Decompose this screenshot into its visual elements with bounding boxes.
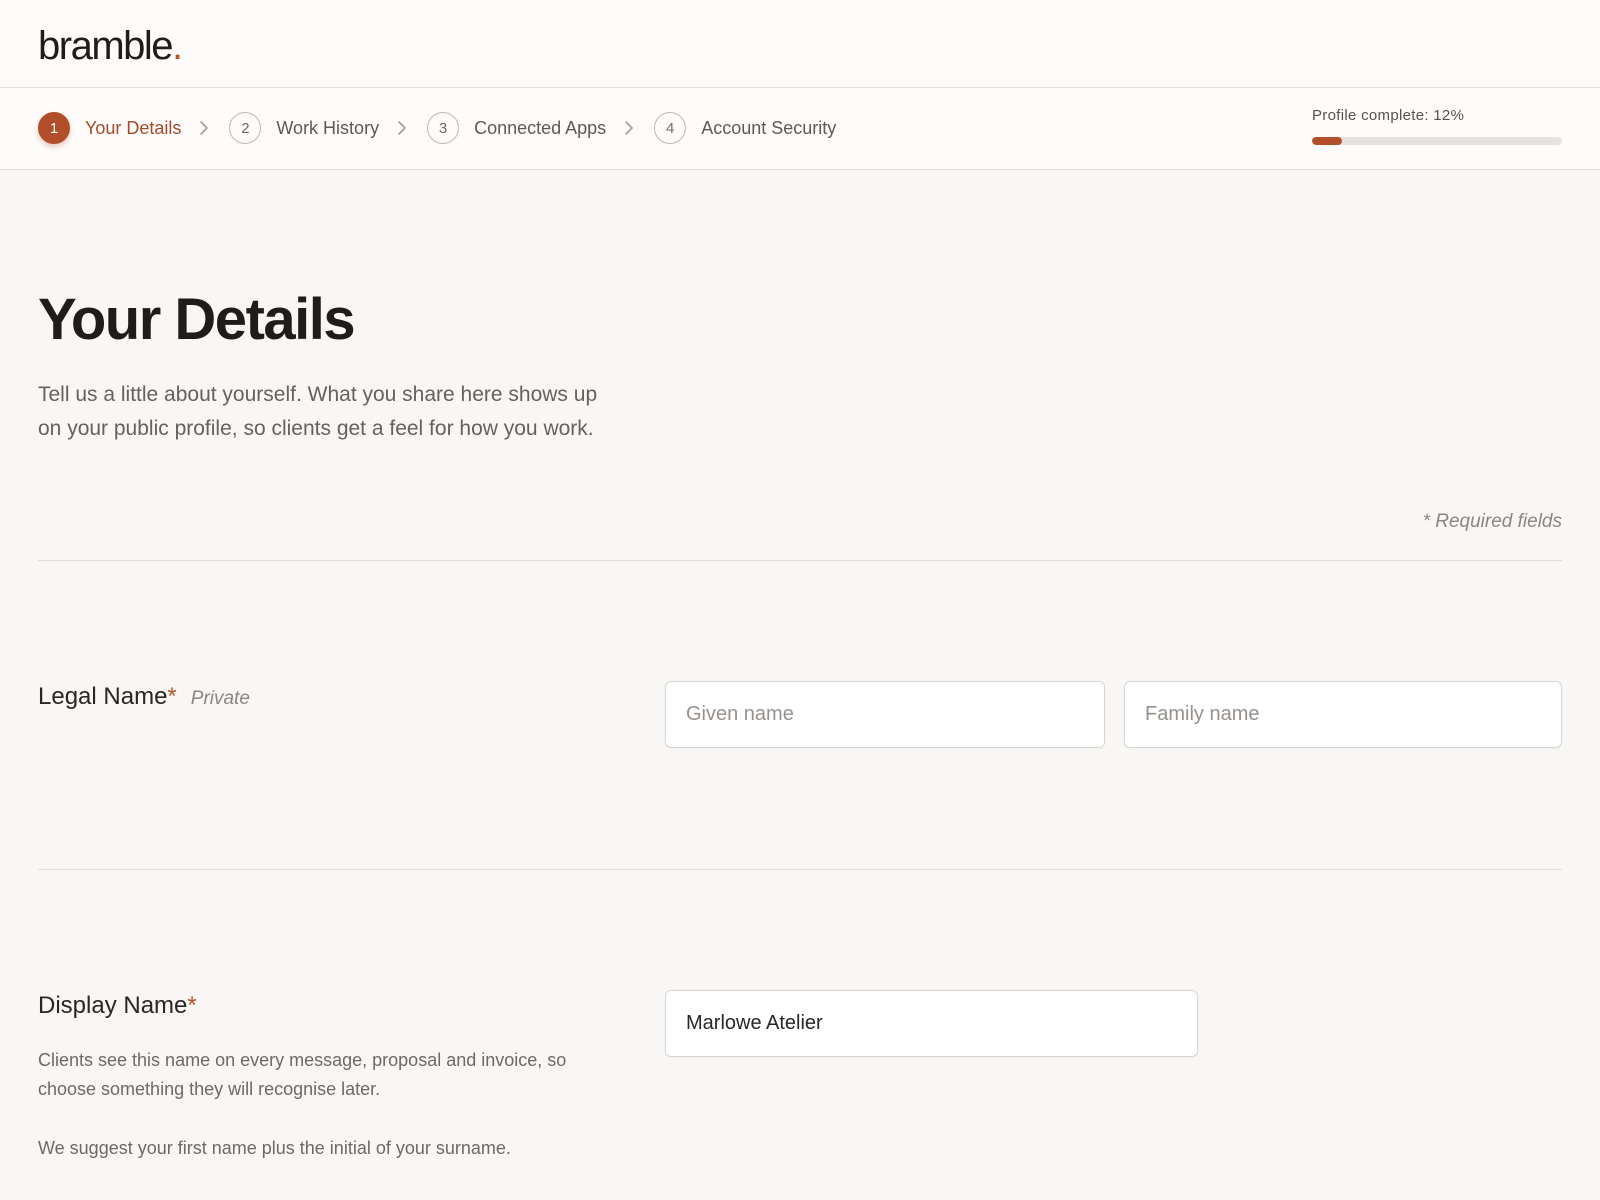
section-divider [38,869,1562,870]
legal-name-label: Legal Name* Private [38,683,250,711]
display-name-suggestion: We suggest your first name plus the init… [38,1138,511,1158]
step-connected-apps[interactable]: 3 Connected Apps [427,112,606,144]
brand-dot: . [172,24,183,68]
progress-track [1312,137,1562,145]
display-name-label-text: Display Name [38,992,188,1019]
chevron-right-icon [199,120,209,136]
family-name-input[interactable] [1124,681,1562,748]
private-tag: Private [190,688,250,709]
required-fields-note: * Required fields [1422,511,1562,532]
section-divider [38,560,1562,561]
brand-logo[interactable]: bramble. [38,22,183,70]
required-mark: * [167,683,177,710]
stepper: 1 Your Details 2 Work History 3 Connecte… [38,111,836,145]
display-name-help: Clients see this name on every message, … [38,1050,567,1099]
step-number: 4 [654,112,687,144]
step-label: Connected Apps [474,117,607,138]
steps-bar: 1 Your Details 2 Work History 3 Connecte… [0,88,1600,170]
page-intro: Tell us a little about yourself. What yo… [38,383,598,440]
step-number: 2 [229,112,262,144]
profile-progress: Profile complete: 12% [1312,107,1562,145]
chevron-right-icon [397,120,407,136]
display-name-label: Display Name* [38,992,197,1020]
required-mark: * [187,992,197,1019]
step-work-history[interactable]: 2 Work History [229,112,379,144]
step-number: 3 [427,112,460,144]
step-your-details[interactable]: 1 Your Details [38,112,181,144]
given-name-input[interactable] [665,681,1105,748]
step-number: 1 [38,112,70,144]
progress-label: Profile complete: 12% [1312,107,1465,124]
chevron-right-icon [624,120,634,136]
page-title: Your Details [38,287,356,352]
step-label: Account Security [701,117,837,138]
progress-fill [1312,137,1342,145]
step-label: Work History [276,117,380,138]
display-name-input[interactable] [665,990,1198,1057]
top-bar: bramble. [0,0,1600,88]
step-account-security[interactable]: 4 Account Security [654,112,836,144]
brand-name: bramble [38,24,174,68]
legal-name-label-text: Legal Name [38,683,168,710]
step-label: Your Details [85,117,182,138]
